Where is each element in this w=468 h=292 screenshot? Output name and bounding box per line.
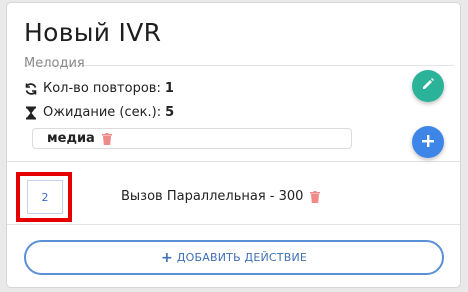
media-field[interactable]: медиа bbox=[32, 128, 352, 149]
action-item[interactable]: Вызов Параллельная - 300 bbox=[121, 189, 321, 204]
add-media-button[interactable] bbox=[412, 126, 444, 158]
trash-icon[interactable] bbox=[101, 132, 113, 145]
page-title: Новый IVR bbox=[24, 18, 162, 47]
wait-label: Ожидание (сек.): bbox=[43, 105, 162, 120]
trash-icon[interactable] bbox=[309, 190, 321, 203]
plus-icon: + bbox=[160, 249, 173, 266]
plus-icon bbox=[421, 133, 435, 152]
wait-value: 5 bbox=[165, 105, 175, 120]
repeat-label: Кол-во повторов: bbox=[43, 81, 161, 96]
wait-row: Ожидание (сек.): 5 bbox=[24, 105, 174, 120]
add-action-label: ДОБАВИТЬ ДЕЙСТВИЕ bbox=[176, 251, 308, 264]
action-label: Вызов Параллельная - 300 bbox=[121, 189, 304, 204]
title-divider bbox=[24, 65, 454, 66]
section-label: Мелодия bbox=[24, 56, 85, 71]
repeat-row: Кол-во повторов: 1 bbox=[24, 81, 174, 96]
add-action-button[interactable]: + ДОБАВИТЬ ДЕЙСТВИЕ bbox=[24, 240, 444, 275]
media-label: медиа bbox=[47, 131, 95, 146]
actions-divider bbox=[7, 224, 462, 225]
pencil-icon bbox=[420, 76, 436, 96]
edit-button[interactable] bbox=[412, 70, 444, 102]
action-number: 2 bbox=[41, 190, 49, 204]
section-divider bbox=[7, 161, 462, 162]
repeat-value: 1 bbox=[164, 81, 174, 96]
sync-icon bbox=[24, 82, 38, 96]
action-number-box[interactable]: 2 bbox=[27, 180, 63, 214]
hourglass-icon bbox=[24, 106, 38, 120]
